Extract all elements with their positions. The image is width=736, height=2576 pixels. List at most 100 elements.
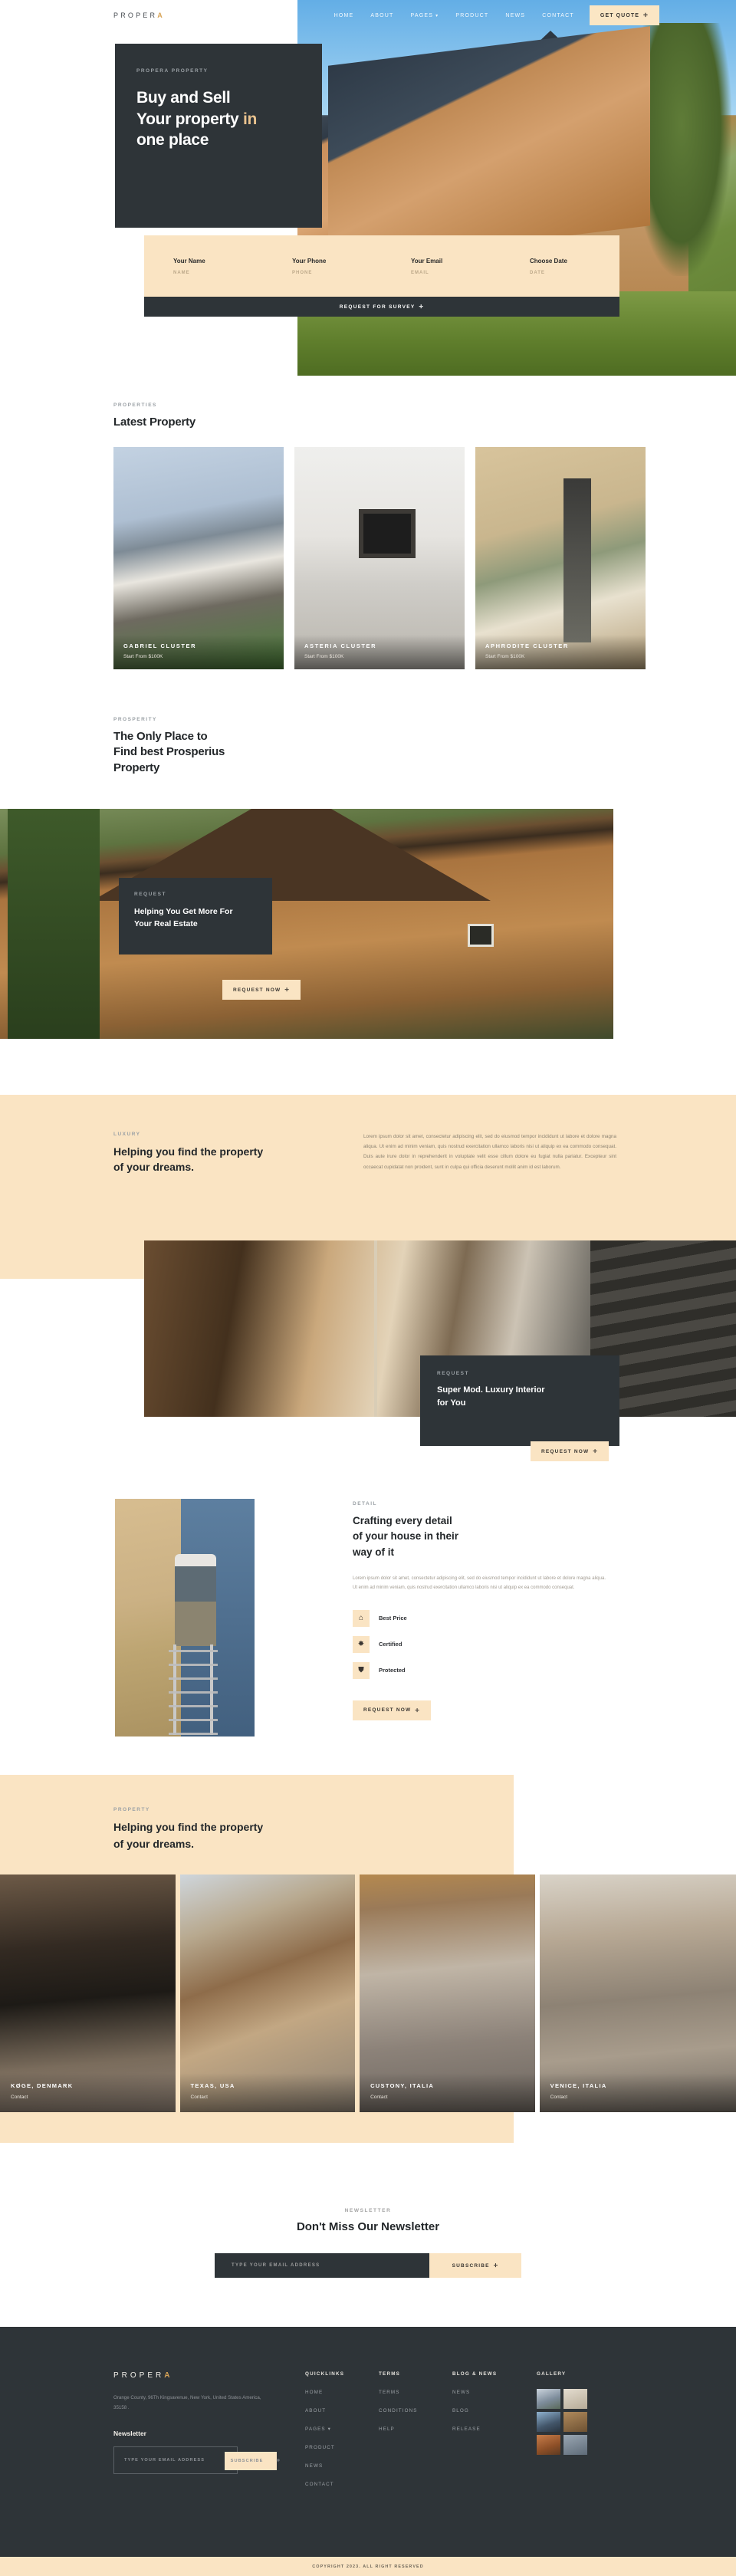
property-price: Start From $100K: [485, 654, 525, 660]
field-label: Your Name: [173, 257, 205, 264]
gallery-contact-link[interactable]: Contact: [550, 2095, 725, 2100]
footer-subscribe-button[interactable]: SUBSCRIBE ✛: [225, 2452, 280, 2471]
property-card[interactable]: APHRODITE CLUSTER Start From $100K: [475, 447, 646, 670]
craft-title-l3: way of it: [353, 1546, 395, 1558]
form-field-name[interactable]: Your Name NAME: [144, 258, 263, 275]
luxury-heading-block: LUXURY Helping you find the property of …: [113, 1132, 328, 1175]
top-navigation-bar: PROPERA HOME ABOUT PAGES ▾ PRODUCT NEWS C…: [0, 0, 736, 31]
footer-logo[interactable]: PROPERA: [113, 2371, 305, 2380]
footer-link-news-2[interactable]: NEWS: [452, 2390, 537, 2395]
plus-icon: ✛: [593, 1449, 598, 1454]
footer-thumbnail[interactable]: [537, 2412, 560, 2432]
nav-item-news[interactable]: NEWS: [505, 13, 525, 18]
request-survey-label: REQUEST FOR SURVEY: [339, 304, 416, 310]
newsletter-eyebrow: NEWSLETTER: [344, 2208, 392, 2213]
gallery-card[interactable]: KØGE, DENMARK Contact: [0, 1875, 176, 2112]
gallery-contact-link[interactable]: Contact: [191, 2095, 345, 2100]
hero-section: PROPERA HOME ABOUT PAGES ▾ PRODUCT NEWS C…: [0, 0, 736, 383]
gallery-card[interactable]: CUSTONY, ITALIA Contact: [360, 1875, 535, 2112]
nav-item-about[interactable]: ABOUT: [370, 13, 393, 18]
property-card[interactable]: GABRIEL CLUSTER Start From $100K: [113, 447, 284, 670]
gallery-card-overlay: CUSTONY, ITALIA Contact: [360, 2073, 535, 2112]
gallery-card-overlay: TEXAS, USA Contact: [179, 2073, 356, 2112]
city-gallery: KØGE, DENMARK Contact TEXAS, USA Contact…: [0, 1875, 736, 2112]
footer-link-product[interactable]: PRODUCT: [305, 2445, 379, 2450]
craft-title-l1: Crafting every detail: [353, 1515, 452, 1526]
footer-thumbnail[interactable]: [564, 2435, 587, 2455]
hero-eyebrow: PROPERA PROPERTY: [136, 68, 209, 74]
feature-label: Best Price: [379, 1615, 407, 1622]
newsletter-form: TYPE YOUR EMAIL ADDRESS SUBSCRIBE ✛: [215, 2253, 521, 2278]
hero-heading-accent: in: [242, 110, 257, 128]
request-eyebrow: REQUEST: [134, 892, 166, 897]
footer-gallery: GALLERY: [537, 2371, 621, 2487]
footer-link-help[interactable]: HELP: [379, 2426, 452, 2432]
phone-input[interactable]: PHONE: [292, 271, 382, 275]
luxury-title-l2: of your dreams.: [113, 1161, 195, 1174]
plus-icon: ✛: [643, 13, 649, 18]
property-card[interactable]: ASTERIA CLUSTER Start From $100K: [294, 447, 465, 670]
footer-link-about[interactable]: ABOUT: [305, 2408, 379, 2413]
gallery-contact-link[interactable]: Contact: [370, 2095, 524, 2100]
footer-email-input[interactable]: TYPE YOUR EMAIL ADDRESS: [114, 2458, 205, 2463]
hero-background-image: [297, 0, 736, 376]
prosperity-title-l3: Property: [113, 761, 160, 774]
get-quote-button[interactable]: GET QUOTE ✛: [589, 5, 659, 25]
newsletter-section: NEWSLETTER Don't Miss Our Newsletter TYP…: [0, 2208, 736, 2278]
hero-heading: Buy and Sell Your property in one place: [136, 87, 301, 151]
newsletter-subscribe-button[interactable]: SUBSCRIBE ✛: [429, 2253, 521, 2278]
footer-link-blog[interactable]: BLOG: [452, 2408, 537, 2413]
helping-title: Helping you find the property of your dr…: [113, 1819, 514, 1852]
request-title-l1: Helping You Get More For: [134, 907, 233, 916]
footer-link-contact[interactable]: CONTACT: [305, 2482, 379, 2487]
newsletter-email-input[interactable]: TYPE YOUR EMAIL ADDRESS: [215, 2253, 429, 2278]
luxury-content: LUXURY Helping you find the property of …: [0, 1095, 736, 1175]
form-field-date[interactable]: Choose Date DATE: [501, 258, 619, 275]
gallery-card[interactable]: TEXAS, USA Contact: [179, 1875, 356, 2112]
email-input[interactable]: EMAIL: [411, 271, 501, 275]
request-card-title: Helping You Get More For Your Real Estat…: [134, 906, 257, 931]
site-logo[interactable]: PROPERA: [113, 12, 165, 19]
luxury-title: Helping you find the property of your dr…: [113, 1144, 328, 1175]
nav-item-home[interactable]: HOME: [334, 13, 354, 18]
footer-thumbnail[interactable]: [564, 2412, 587, 2432]
footer-link-news[interactable]: NEWS: [305, 2463, 379, 2469]
subscribe-label: SUBSCRIBE: [452, 2262, 490, 2269]
hero-heading-line3: one place: [136, 131, 209, 150]
footer-link-home[interactable]: HOME: [305, 2390, 379, 2395]
home-icon: ⌂: [353, 1609, 370, 1627]
nav-item-pages[interactable]: PAGES ▾: [411, 13, 439, 18]
property-price: Start From $100K: [304, 654, 344, 660]
hero-tree-shape: [632, 23, 731, 276]
gallery-card[interactable]: VENICE, ITALIA Contact: [539, 1875, 736, 2112]
gallery-card-overlay: KØGE, DENMARK Contact: [0, 2073, 176, 2112]
date-input[interactable]: DATE: [530, 271, 619, 275]
plus-icon: ✛: [284, 987, 290, 993]
footer-link-conditions[interactable]: CONDITIONS: [379, 2408, 452, 2413]
gallery-contact-link[interactable]: Contact: [11, 2095, 165, 2100]
nav-label: PRODUCT: [455, 12, 489, 18]
request-now-button-luxury[interactable]: REQUEST NOW ✛: [531, 1441, 609, 1461]
footer-thumbnail[interactable]: [537, 2435, 560, 2455]
luxury-paragraph: Lorem ipsum dolor sit amet, consectetur …: [363, 1134, 616, 1170]
nav-item-contact[interactable]: CONTACT: [542, 13, 574, 18]
site-footer: PROPERA Orange County, 96Th Kingsavenue,…: [0, 2327, 736, 2557]
footer-logo-text: PROPER: [113, 2371, 165, 2380]
request-survey-button[interactable]: REQUEST FOR SURVEY ✛: [144, 297, 619, 317]
form-field-phone[interactable]: Your Phone PHONE: [263, 258, 382, 275]
name-input[interactable]: NAME: [173, 271, 263, 275]
request-now-button-craft[interactable]: REQUEST NOW ✛: [353, 1700, 431, 1720]
request-now-button-cabin[interactable]: REQUEST NOW ✛: [222, 980, 301, 1000]
request-title-l2: Your Real Estate: [134, 918, 198, 928]
footer-link-pages[interactable]: PAGES ▾: [305, 2426, 379, 2432]
footer-link-terms[interactable]: TERMS: [379, 2390, 452, 2395]
footer-link-release[interactable]: RELEASE: [452, 2426, 537, 2432]
nav-item-product[interactable]: PRODUCT: [455, 13, 488, 18]
footer-thumbnail[interactable]: [537, 2389, 560, 2409]
craft-title-l2: of your house in their: [353, 1530, 459, 1543]
footer-thumbnail[interactable]: [564, 2389, 587, 2409]
nav-label: PAGES: [410, 12, 434, 18]
plus-icon: ✛: [493, 2263, 499, 2269]
latest-eyebrow: PROPERTIES: [113, 402, 157, 408]
form-field-email[interactable]: Your Email EMAIL: [382, 258, 501, 275]
